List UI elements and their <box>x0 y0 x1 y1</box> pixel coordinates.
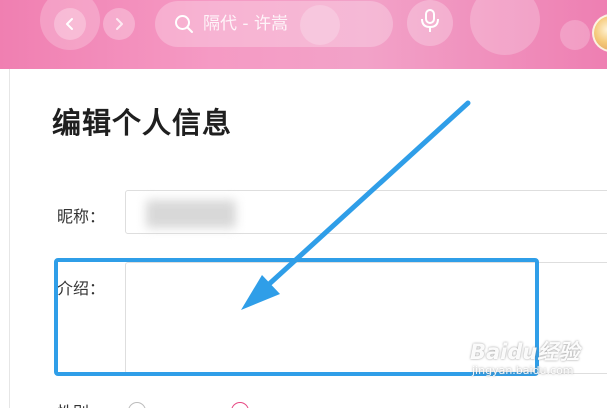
watermark-main-text: Baidu经验 <box>470 340 580 364</box>
gender-radio-female[interactable] <box>231 402 249 408</box>
back-button[interactable] <box>54 8 86 40</box>
chevron-left-icon <box>63 17 77 31</box>
header-bokeh <box>470 0 540 55</box>
gender-radio-male[interactable] <box>128 402 146 408</box>
edit-profile-page: 编辑个人信息 昵称： 介绍： 性别： Baidu经验 jingyan.baidu… <box>0 0 607 408</box>
nickname-label: 昵称： <box>57 207 106 226</box>
user-avatar[interactable] <box>592 14 607 52</box>
baidu-jingyan-watermark: Baidu经验 jingyan.baidu.com <box>470 336 607 384</box>
gender-label: 性别： <box>57 399 105 408</box>
nickname-value-blurred <box>146 200 236 228</box>
page-title: 编辑个人信息 <box>52 106 233 140</box>
search-box[interactable] <box>155 1 393 47</box>
search-input[interactable] <box>201 13 385 35</box>
header-bokeh <box>560 20 590 50</box>
highlight-annotation-box <box>54 258 539 376</box>
search-icon <box>173 13 195 35</box>
sidebar-divider <box>9 69 10 408</box>
voice-search-button[interactable] <box>407 0 453 46</box>
top-header-bar <box>0 0 607 69</box>
forward-button[interactable] <box>103 8 135 40</box>
nickname-input[interactable] <box>125 190 607 234</box>
watermark-url-text: jingyan.baidu.com <box>472 364 574 377</box>
microphone-icon <box>419 8 441 38</box>
chevron-right-icon <box>112 17 126 31</box>
